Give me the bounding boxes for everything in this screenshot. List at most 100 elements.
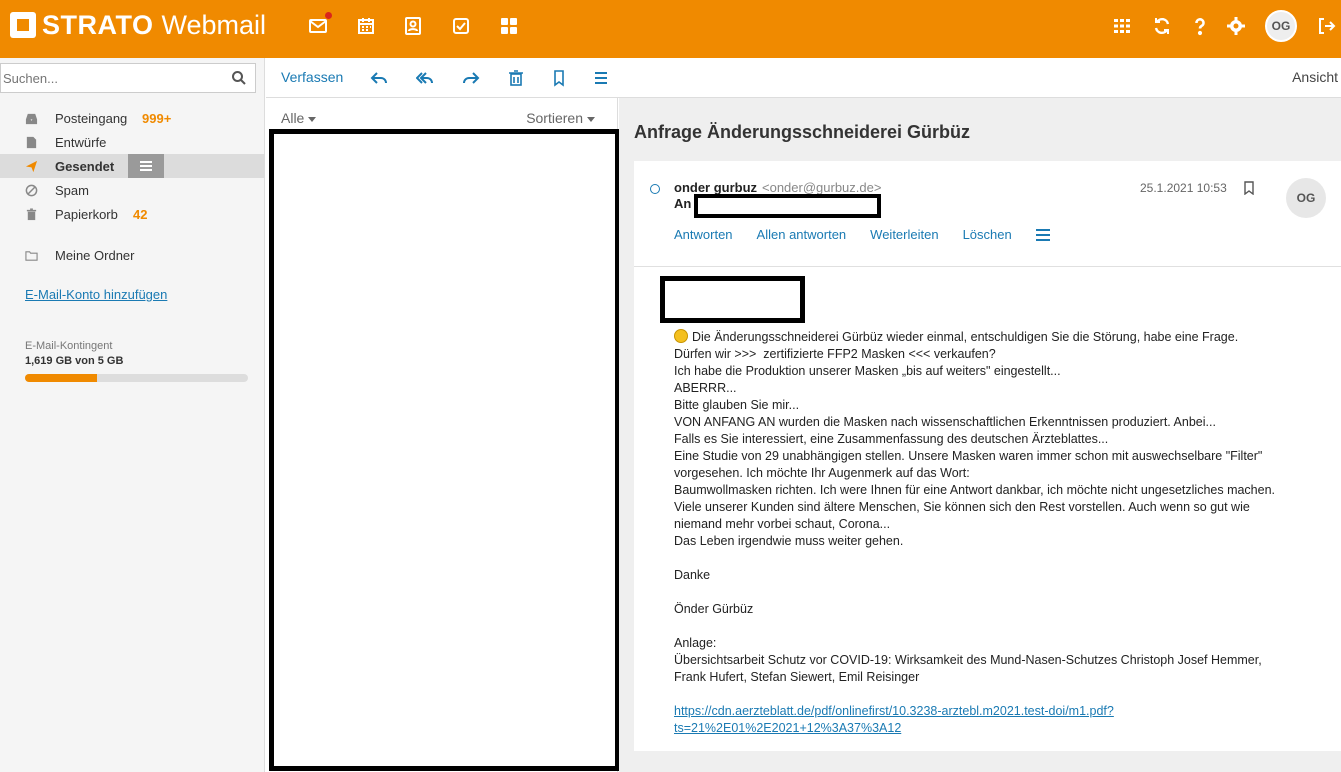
unread-toggle-icon[interactable] (650, 184, 660, 194)
attachment-link[interactable]: https://cdn.aerzteblatt.de/pdf/onlinefir… (674, 704, 1114, 718)
folder-inbox[interactable]: Posteingang 999+ (0, 106, 265, 130)
grid-icon[interactable] (1110, 14, 1134, 38)
add-account-link[interactable]: E-Mail-Konto hinzufügen (25, 287, 167, 302)
body-line: VON ANFANG AN wurden die Masken nach wis… (674, 415, 1216, 429)
folder-trash[interactable]: Papierkorb 42 (0, 202, 265, 226)
redaction-box (660, 276, 805, 323)
compose-button[interactable]: Verfassen (281, 69, 343, 85)
my-folders-label: Meine Ordner (55, 247, 135, 263)
message-date: 25.1.2021 10:53 (1140, 181, 1227, 195)
more-menu-icon[interactable] (592, 69, 610, 87)
message-subject: Anfrage Änderungsschneiderei Gürbüz (634, 122, 971, 142)
attachment-label: Anlage: (674, 636, 717, 650)
folder-label: Entwürfe (55, 134, 107, 150)
attachment-line: Übersichtsarbeit Schutz vor COVID-19: Wi… (674, 653, 1262, 667)
folder-sent[interactable]: Gesendet (0, 154, 265, 178)
mail-toolbar: Verfassen Ansicht (266, 58, 1341, 98)
apps-icon[interactable] (497, 14, 521, 38)
body-line: Eine Studie von 29 unabhängigen stellen.… (674, 449, 1263, 463)
logout-icon[interactable] (1314, 14, 1338, 38)
folder-label: Spam (55, 182, 89, 198)
search-box (0, 63, 256, 93)
message-actions: Antworten Allen antworten Weiterleiten L… (674, 227, 1036, 242)
folder-menu-button[interactable] (128, 154, 164, 178)
folder-list: Posteingang 999+ Entwürfe Gesendet Spam … (0, 106, 265, 226)
reply-icon[interactable] (370, 69, 388, 87)
logo-mark-icon (10, 12, 36, 38)
signature-line: Önder Gürbüz (674, 602, 754, 616)
mail-icon[interactable] (306, 12, 332, 38)
sort-label: Sortieren (526, 110, 583, 126)
folder-icon (25, 250, 38, 261)
view-menu[interactable]: Ansicht (1292, 69, 1338, 85)
sender-avatar: OG (1286, 178, 1326, 218)
sort-dropdown[interactable]: Sortieren (526, 110, 595, 126)
unread-indicator (325, 12, 332, 19)
body-line: ABERRR... (674, 381, 737, 395)
sender-email: <onder@gurbuz.de> (762, 180, 882, 195)
sent-icon (25, 160, 38, 172)
calendar-icon[interactable] (354, 14, 378, 38)
refresh-icon[interactable] (1150, 14, 1174, 38)
my-folders[interactable]: Meine Ordner (0, 243, 265, 267)
thanks-line: Danke (674, 568, 711, 582)
sender-name[interactable]: onder gurbuz (674, 180, 757, 195)
redaction-box (269, 129, 620, 771)
reply-all-icon[interactable] (416, 69, 434, 87)
body-line: Falls es Sie interessiert, eine Zusammen… (674, 432, 1109, 446)
filter-label: Alle (281, 110, 305, 126)
body-line: Bitte glauben Sie mir... (674, 398, 800, 412)
forward-icon[interactable] (462, 69, 480, 87)
draft-icon (26, 136, 37, 148)
quota-fill (25, 374, 98, 382)
help-icon[interactable] (1188, 14, 1212, 38)
inbox-icon (25, 113, 38, 124)
search-input[interactable] (1, 64, 221, 92)
body-line: vorgesehen. Ich möchte Ihr Augenmerk auf… (674, 466, 970, 480)
reply-button[interactable]: Antworten (674, 227, 733, 242)
delete-icon[interactable] (507, 69, 525, 87)
folder-spam[interactable]: Spam (0, 178, 265, 202)
delete-button[interactable]: Löschen (963, 227, 1012, 242)
message-menu-icon[interactable] (1036, 229, 1050, 241)
smiley-icon (674, 329, 688, 343)
user-avatar[interactable]: OG (1265, 10, 1297, 42)
quota-value: 1,619 GB von 5 GB (25, 355, 124, 367)
search-icon[interactable] (231, 70, 247, 86)
body-line: Ich habe die Produktion unserer Masken „… (674, 364, 1061, 378)
redaction-box (694, 194, 881, 218)
folder-label: Papierkorb (55, 206, 118, 222)
menu-icon (140, 165, 152, 167)
folder-drafts[interactable]: Entwürfe (0, 130, 265, 154)
filter-dropdown[interactable]: Alle (281, 110, 317, 126)
body-line: Dürfen wir >>> zertifizierte FFP2 Masken… (674, 347, 996, 361)
folder-label: Gesendet (55, 158, 115, 174)
body-line: niemand mehr vorbei schaut, Corona... (674, 517, 891, 531)
reading-pane: Anfrage Änderungsschneiderei Gürbüz onde… (619, 98, 1341, 772)
body-line: Das Leben irgendwie muss weiter gehen. (674, 534, 904, 548)
bookmark-icon[interactable] (550, 69, 568, 87)
caret-down-icon (308, 116, 317, 122)
strato-logo[interactable]: STRATO Webmail (10, 8, 266, 42)
sidebar: Posteingang 999+ Entwürfe Gesendet Spam … (0, 58, 265, 772)
caret-down-icon (587, 116, 595, 122)
attachment-link-cont[interactable]: ts=21%2E01%2E2021+12%3A37%3A12 (674, 721, 901, 735)
contacts-icon[interactable] (401, 14, 425, 38)
forward-button[interactable]: Weiterleiten (870, 227, 938, 242)
settings-icon[interactable] (1224, 14, 1248, 38)
body-line: Viele unserer Kunden sind ältere Mensche… (674, 500, 1250, 514)
message-card: onder gurbuz <onder@gurbuz.de> An 25.1.2… (634, 161, 1341, 751)
body-line: Baumwollmasken richten. Ich were Ihnen f… (674, 483, 1276, 497)
reply-all-button[interactable]: Allen antworten (757, 227, 847, 242)
attachment-line: Frank Hufert, Stefan Siewert, Emil Reisi… (674, 670, 920, 684)
top-bar: STRATO Webmail OG (0, 0, 1341, 58)
message-body: Die Änderungsschneiderei Gürbüz wieder e… (674, 329, 1314, 737)
message-header: onder gurbuz <onder@gurbuz.de> An 25.1.2… (634, 161, 1341, 267)
tasks-icon[interactable] (449, 14, 473, 38)
trash-icon (26, 207, 37, 220)
flag-icon[interactable] (1243, 181, 1255, 195)
